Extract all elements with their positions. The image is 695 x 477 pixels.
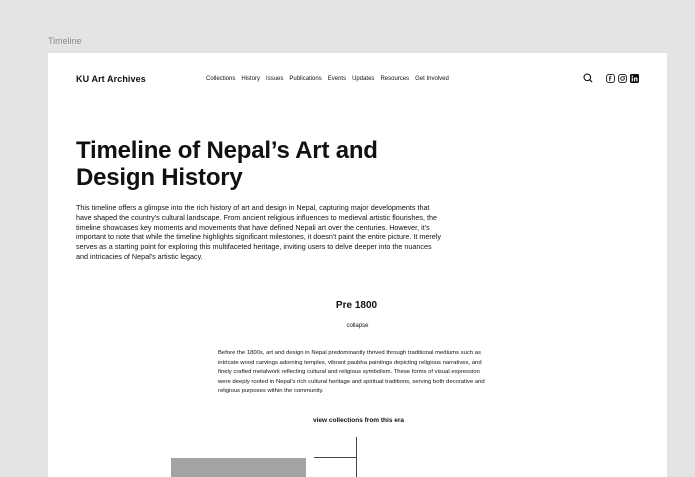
menu-item-get-involved[interactable]: Get Involved — [415, 76, 449, 82]
linkedin-icon[interactable] — [630, 73, 639, 83]
page-title: Timeline of Nepal’s Art and Design Histo… — [76, 137, 378, 191]
timeline-connector-line — [314, 457, 356, 458]
era-heading: Pre 1800 — [48, 300, 667, 311]
top-nav: KU Art Archives Collections History Issu… — [48, 53, 667, 107]
menu-item-history[interactable]: History — [241, 76, 260, 82]
menu-item-publications[interactable]: Publications — [289, 76, 321, 82]
timeline-vertical-line — [356, 437, 357, 477]
view-collections-link-text[interactable]: view collections from this era — [313, 417, 404, 424]
menu-item-events[interactable]: Events — [328, 76, 346, 82]
main-menu: Collections History Issues Publications … — [206, 76, 449, 82]
menu-item-resources[interactable]: Resources — [380, 76, 409, 82]
collapse-toggle[interactable]: collapse — [48, 323, 667, 329]
intro-paragraph: This timeline offers a glimpse into the … — [76, 203, 441, 261]
collection-image-placeholder[interactable] — [171, 458, 306, 477]
frame-label: Timeline — [48, 36, 82, 46]
menu-item-collections[interactable]: Collections — [206, 76, 235, 82]
nav-icons — [583, 73, 639, 83]
facebook-icon[interactable] — [606, 73, 615, 83]
menu-item-updates[interactable]: Updates — [352, 76, 374, 82]
brand-logo[interactable]: KU Art Archives — [76, 74, 146, 84]
search-icon[interactable] — [583, 73, 593, 83]
page: KU Art Archives Collections History Issu… — [48, 53, 667, 477]
era-heading-text: Pre 1800 — [335, 300, 378, 311]
era-description: Before the 1800s, art and design in Nepa… — [218, 350, 485, 395]
instagram-icon[interactable] — [618, 73, 627, 83]
view-collections-link[interactable]: view collections from this era — [48, 417, 667, 424]
menu-item-issues[interactable]: Issues — [266, 76, 283, 82]
